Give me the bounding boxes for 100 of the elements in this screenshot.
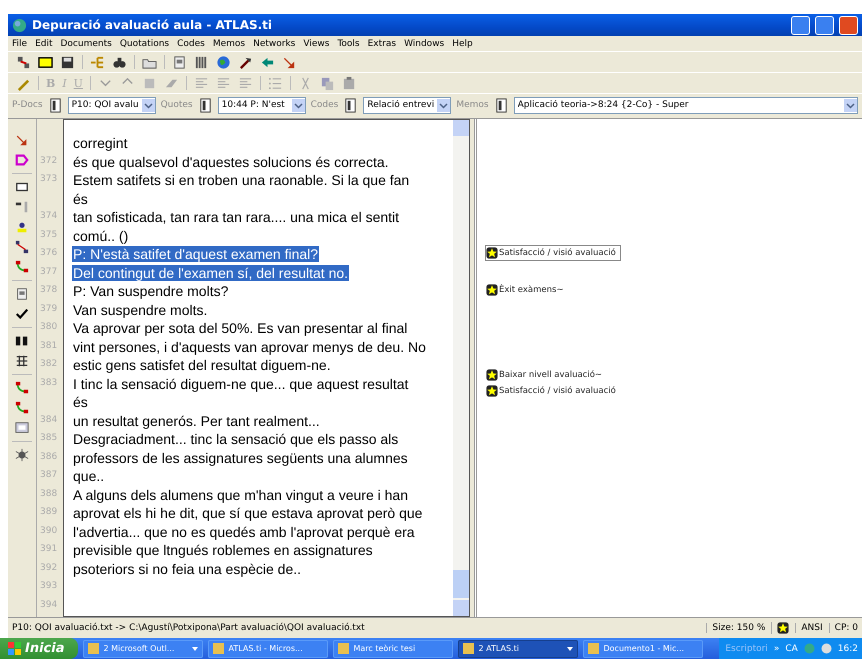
printer-icon[interactable]	[15, 287, 29, 301]
document-icon[interactable]	[343, 98, 358, 112]
quote-icon[interactable]	[15, 200, 29, 214]
tree-icon[interactable]	[90, 54, 105, 70]
line-number: 382	[40, 359, 58, 370]
selector-label: Quotes	[160, 100, 193, 110]
menu-item[interactable]: Memos	[212, 38, 246, 48]
line-number: 375	[40, 230, 58, 240]
nodes-icon[interactable]	[15, 240, 29, 254]
line-number: 392	[40, 562, 58, 573]
line-number: 379	[40, 304, 58, 314]
globe-icon[interactable]	[216, 54, 231, 70]
menu-item[interactable]: Edit	[35, 38, 52, 48]
menu-item[interactable]: Quotations	[120, 38, 170, 48]
close-button[interactable]	[839, 16, 858, 34]
scrollbar[interactable]	[453, 120, 469, 616]
code-star-icon	[486, 247, 498, 260]
text-line: és	[72, 190, 89, 207]
line-number: 389	[40, 507, 58, 518]
checkmark-icon[interactable]	[15, 307, 29, 321]
line-number: 388	[40, 488, 58, 499]
window-icon[interactable]	[38, 54, 53, 70]
text-line: comú.. ()	[72, 228, 130, 244]
globe-icon	[12, 18, 27, 32]
more-button[interactable]: »	[774, 644, 780, 654]
clock: 16:2	[838, 644, 858, 654]
link-icon[interactable]	[15, 260, 29, 274]
text-line: Estem satifets si en troben una raonable. Si la que fan	[72, 172, 410, 188]
link-icon[interactable]	[15, 381, 29, 395]
speaker-icon[interactable]	[820, 643, 832, 654]
numbers-icon[interactable]	[15, 334, 29, 348]
tag-icon[interactable]	[15, 153, 29, 167]
selector-label: P-Docs	[12, 100, 43, 110]
document-icon[interactable]	[198, 98, 213, 112]
code-star-icon	[777, 622, 790, 634]
columns-icon[interactable]	[194, 54, 209, 70]
line-number: 376	[40, 248, 58, 258]
selector-dropdown[interactable]: Aplicació teoria->8:24 {2-Co} - Super	[514, 96, 858, 114]
taskbar-button[interactable]: 2 Microsoft Outl...	[83, 640, 204, 658]
minimize-button[interactable]	[791, 16, 810, 34]
menu-item[interactable]: Tools	[337, 38, 360, 48]
line-number: 374	[40, 211, 58, 222]
menu-item[interactable]: Documents	[60, 38, 112, 48]
text-line: Desgraciadment... tinc la sensació que els passo als	[72, 431, 400, 448]
taskbar-button[interactable]: Documento1 - Mic...	[583, 640, 704, 658]
line-number: 386	[40, 452, 58, 462]
text-line: Van suspendre molts.	[72, 302, 208, 318]
selector-dropdown[interactable]: P10: QOI avalu	[68, 96, 156, 114]
menu-item[interactable]: Help	[452, 38, 473, 48]
star-burst-icon[interactable]	[15, 448, 29, 462]
taskbar-button[interactable]: 2 ATLAS.ti	[458, 640, 578, 658]
text-line: corregint	[72, 135, 128, 152]
code-label[interactable]: Satisfacció / visió avaluació	[485, 245, 621, 262]
taskbar-button[interactable]: ATLAS.ti - Micros...	[208, 640, 328, 658]
network-icon[interactable]	[16, 54, 31, 70]
menu-item[interactable]: Views	[303, 38, 330, 48]
text-line: A alguns dels alumens que m'han vingut a veure i han	[72, 486, 410, 503]
line-number: 387	[40, 470, 58, 480]
paste-icon[interactable]	[342, 76, 357, 90]
frame-icon[interactable]	[15, 180, 29, 194]
printer-icon[interactable]	[172, 54, 187, 70]
text-line: Va aprovar per sota del 50%. Es van presentar al final	[72, 320, 408, 336]
restore-button[interactable]	[815, 16, 834, 34]
code-star-icon	[486, 368, 498, 381]
zoom-size: Size: 150 %	[706, 623, 766, 633]
text-line: previsible que ltngués roblemes en assignatures	[72, 542, 374, 558]
monitor-icon[interactable]	[15, 421, 29, 435]
text-line: P: Van suspendre molts?	[72, 283, 230, 300]
line-number: 380	[40, 322, 58, 332]
menu-item[interactable]: Extras	[368, 38, 396, 48]
save-icon[interactable]	[60, 54, 75, 70]
text-line: tan sofisticada, tan rara tan rara.... una mica el sentit	[72, 209, 400, 226]
text-line: professors de les assignatures següents una alumnes	[72, 450, 409, 466]
menu-item[interactable]: Codes	[177, 38, 205, 48]
text-line: és que qualsevol d'aquestes solucions és correcta.	[72, 154, 390, 170]
line-number: 378	[40, 285, 58, 296]
start-button[interactable]: Inicia	[0, 638, 78, 659]
code-label[interactable]: Baixar nivell avaluació~	[485, 366, 608, 383]
code-label[interactable]: Èxit exàmens~	[485, 282, 569, 298]
line-number: 373	[40, 174, 58, 184]
link-icon[interactable]	[15, 401, 29, 415]
document-icon[interactable]	[494, 98, 509, 112]
cursor-position: CP: 0	[828, 623, 858, 633]
menu-item[interactable]: Windows	[404, 38, 444, 48]
text-line: un resultat generós. Per tant realment...	[72, 412, 321, 429]
taskbar-button[interactable]: Marc teòric tesi	[333, 640, 454, 658]
caret-icon[interactable]	[192, 646, 198, 650]
text-line: aprovat els hi he dit, que sí que estava aprovat però que	[72, 505, 424, 522]
caret-icon[interactable]	[567, 646, 574, 650]
document-icon[interactable]	[48, 98, 63, 112]
code-label[interactable]: Satisfacció / visió avaluació	[485, 382, 621, 399]
selector-dropdown[interactable]: Relació entrevi	[363, 96, 452, 114]
figure-icon[interactable]	[15, 220, 29, 234]
text-line: psoteriors si no feia una espècie de..	[72, 560, 302, 577]
selector-dropdown[interactable]: 10:44 P: N'est	[218, 96, 306, 114]
windows-flag-icon	[8, 642, 21, 655]
language-indicator[interactable]: CA	[785, 644, 798, 654]
menu-item[interactable]: Networks	[253, 38, 296, 48]
menu-item[interactable]: File	[12, 38, 28, 48]
grid-icon[interactable]	[15, 354, 29, 368]
